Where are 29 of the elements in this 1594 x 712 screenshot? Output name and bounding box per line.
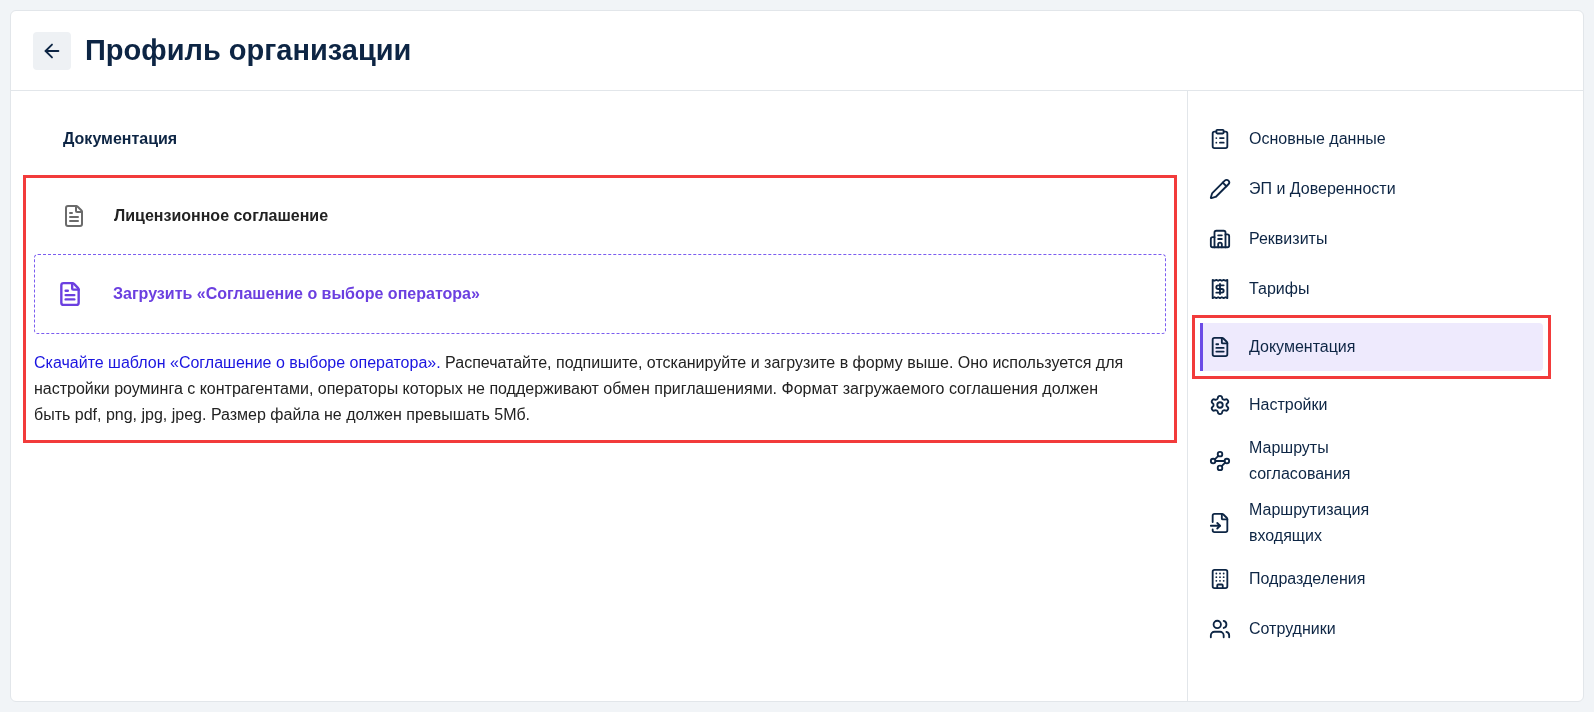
sidebar-item[interactable]: Реквизиты [1200,215,1543,263]
sidebar-item[interactable]: Подразделения [1200,555,1543,603]
users-icon [1209,618,1231,640]
file-import-icon [1209,512,1231,534]
page-title: Профиль организации [85,32,412,68]
route-icon [1209,450,1231,472]
office-building-icon [1209,568,1231,590]
sidebar-item[interactable]: Настройки [1200,381,1543,429]
receipt-icon [1209,278,1231,300]
sidebar-item[interactable]: Документация [1200,323,1543,371]
building-icon [1209,228,1231,250]
sidebar-item[interactable]: Основные данные [1200,115,1543,163]
back-button[interactable] [33,31,71,70]
sidebar-item[interactable]: Тарифы [1200,265,1543,313]
sidebar-item[interactable]: ЭП и Доверенности [1200,165,1543,213]
section-title: Документация [63,129,178,149]
document-icon [1209,336,1231,358]
settings-icon [1209,394,1231,416]
upload-dropzone[interactable]: Загрузить «Соглашение о выборе оператора» [34,254,1166,334]
clipboard-icon [1209,128,1231,150]
instructions-paragraph: Скачайте шаблон «Соглашение о выборе оператора». Распечатайте, подпишите, отсканируйте и загрузите в форму выше. Оно используется для настройки роуминга с контрагентами, операторы которых не поддерживают обмен приглашениями. Формат загружаемого соглашения должен быть pdf, png, jpg, jpeg. Размер файла не должен превышать 5Мб. [34,353,1125,425]
sidebar-item[interactable]: Маршруты согласования [1200,431,1543,491]
template-download-link[interactable]: Скачайте шаблон «Соглашение о выборе оператора». [34,354,441,371]
sidebar-item[interactable]: Маршрутизация входящих [1200,493,1543,553]
document-icon [62,204,86,228]
pencil-icon [1209,178,1231,200]
sidebar-item[interactable]: Сотрудники [1200,605,1543,653]
document-title: Лицензионное соглашение [114,206,329,226]
document-icon [57,281,83,307]
